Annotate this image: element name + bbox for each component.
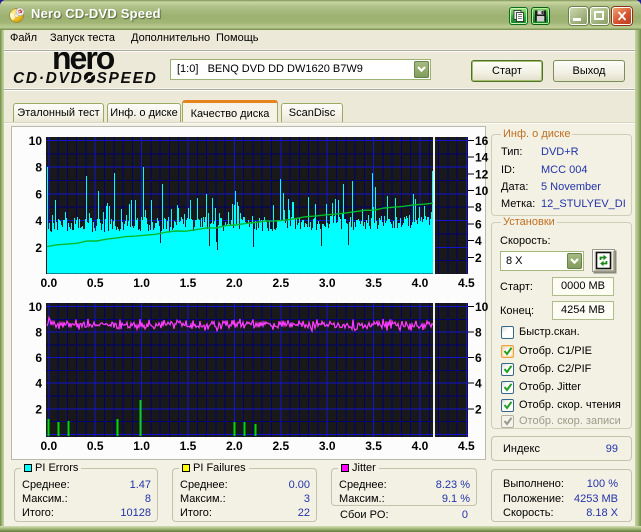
svg-text:2: 2: [35, 402, 42, 416]
svg-text:0.5: 0.5: [87, 439, 104, 453]
svg-text:14: 14: [475, 151, 489, 165]
svg-text:2.5: 2.5: [272, 439, 289, 453]
svg-text:8: 8: [35, 161, 42, 175]
svg-text:4: 4: [475, 377, 482, 391]
svg-text:4.0: 4.0: [412, 439, 429, 453]
svg-text:10: 10: [475, 184, 489, 198]
svg-text:4.5: 4.5: [458, 439, 475, 453]
svg-text:2.5: 2.5: [272, 276, 289, 290]
svg-text:0.0: 0.0: [40, 276, 57, 290]
svg-text:6: 6: [475, 351, 482, 365]
svg-text:10: 10: [29, 134, 43, 148]
svg-text:8: 8: [475, 201, 482, 215]
svg-text:10: 10: [475, 300, 489, 314]
svg-text:10: 10: [29, 300, 43, 314]
svg-text:6: 6: [35, 187, 42, 201]
svg-text:3.5: 3.5: [365, 439, 382, 453]
svg-text:2: 2: [35, 241, 42, 255]
svg-text:2: 2: [475, 251, 482, 265]
svg-text:8: 8: [475, 326, 482, 340]
svg-text:2: 2: [475, 402, 482, 416]
svg-text:4: 4: [35, 214, 42, 228]
svg-text:0.5: 0.5: [87, 276, 104, 290]
svg-text:1.0: 1.0: [133, 276, 150, 290]
svg-text:2.0: 2.0: [226, 439, 243, 453]
svg-text:3.0: 3.0: [319, 276, 336, 290]
svg-text:16: 16: [475, 134, 489, 148]
svg-text:1.5: 1.5: [180, 276, 197, 290]
svg-text:3.0: 3.0: [319, 439, 336, 453]
svg-text:0.0: 0.0: [40, 439, 57, 453]
svg-text:8: 8: [35, 326, 42, 340]
svg-text:12: 12: [475, 167, 489, 181]
svg-text:6: 6: [475, 217, 482, 231]
svg-text:6: 6: [35, 351, 42, 365]
svg-text:2.0: 2.0: [226, 276, 243, 290]
svg-text:4: 4: [35, 377, 42, 391]
svg-text:1.5: 1.5: [180, 439, 197, 453]
svg-text:4.5: 4.5: [458, 276, 475, 290]
svg-text:3.5: 3.5: [365, 276, 382, 290]
svg-text:4: 4: [475, 234, 482, 248]
svg-text:1.0: 1.0: [133, 439, 150, 453]
svg-text:4.0: 4.0: [412, 276, 429, 290]
